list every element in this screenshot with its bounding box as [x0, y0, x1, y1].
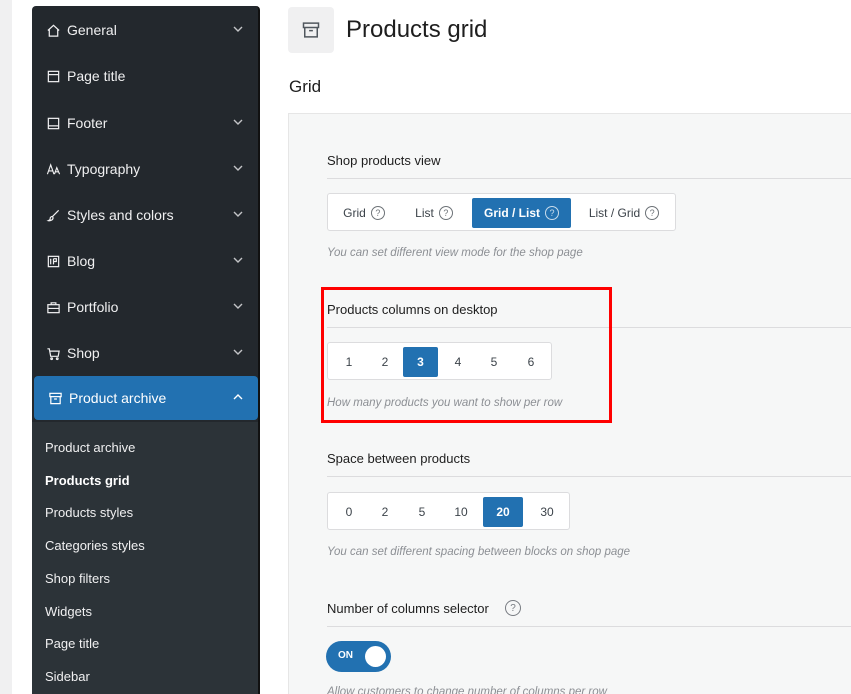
spacing-option-20[interactable]: 20: [483, 497, 523, 527]
help-icon[interactable]: ?: [370, 206, 385, 220]
spacing-option-5[interactable]: 5: [404, 497, 440, 527]
view-option-list-grid[interactable]: List / Grid?: [576, 198, 672, 228]
divider: [327, 476, 851, 477]
shop-view-label: Shop products view: [327, 153, 441, 168]
highlight-box: [321, 287, 612, 423]
submenu-item-categories-styles[interactable]: Categories styles: [45, 538, 145, 553]
help-icon[interactable]: ?: [438, 206, 453, 220]
help-icon[interactable]: ?: [545, 206, 559, 220]
sidebar-item-typography[interactable]: Typography: [32, 147, 258, 191]
spacing-help: You can set different spacing between bl…: [327, 546, 631, 558]
chevron-down-icon: [233, 119, 243, 125]
help-icon[interactable]: ?: [645, 206, 660, 220]
divider: [327, 178, 851, 179]
toggle-knob: [365, 646, 386, 667]
spacing-selector: 0 2 5 10 20 30: [327, 492, 570, 530]
submenu-item-shop-filters[interactable]: Shop filters: [45, 571, 110, 586]
columns-selector-label: Number of columns selector: [327, 601, 489, 616]
sidebar-item-label: Typography: [67, 161, 141, 177]
section-title: Grid: [289, 77, 322, 96]
product-archive-submenu: Product archive Products grid Products s…: [32, 422, 258, 694]
view-option-grid-list[interactable]: Grid / List?: [472, 198, 571, 228]
submenu-item-products-grid[interactable]: Products grid: [45, 473, 130, 488]
help-icon[interactable]: ?: [505, 600, 521, 616]
blog-icon: [45, 253, 61, 269]
sidebar-item-label: Blog: [67, 253, 96, 269]
cart-icon: [45, 345, 61, 361]
submenu-item-product-archive[interactable]: Product archive: [45, 440, 135, 455]
sidebar-item-blog[interactable]: Blog: [32, 239, 258, 283]
home-icon: [45, 22, 61, 38]
view-option-grid[interactable]: Grid?: [332, 198, 396, 228]
spacing-option-10[interactable]: 10: [441, 497, 481, 527]
footer-icon: [45, 115, 61, 131]
option-label: Grid: [343, 206, 366, 220]
chevron-down-icon: [233, 257, 243, 263]
page-icon-box: [288, 7, 334, 53]
spacing-option-2[interactable]: 2: [367, 497, 403, 527]
divider: [327, 626, 851, 627]
sidebar-item-label: Page title: [67, 68, 126, 84]
sidebar-item-styles-colors[interactable]: Styles and colors: [32, 193, 258, 237]
page-title: Products grid: [346, 16, 488, 43]
chevron-down-icon: [233, 211, 243, 217]
sidebar-item-label: Shop: [67, 345, 100, 361]
shop-view-selector: Grid? List? Grid / List? List / Grid?: [327, 193, 676, 231]
sidebar-item-page-title[interactable]: Page title: [32, 54, 258, 98]
option-label: List / Grid: [588, 206, 641, 220]
sidebar-item-shop[interactable]: Shop: [32, 331, 258, 375]
chevron-down-icon: [233, 26, 243, 32]
spacing-option-30[interactable]: 30: [527, 497, 567, 527]
archive-icon: [302, 22, 320, 38]
sidebar-item-portfolio[interactable]: Portfolio: [32, 285, 258, 329]
page-icon: [45, 68, 61, 84]
view-option-list[interactable]: List?: [400, 198, 468, 228]
option-label: Grid / List: [483, 206, 540, 220]
sidebar-item-label: Footer: [67, 115, 108, 131]
sidebar-item-general[interactable]: General: [32, 8, 258, 52]
briefcase-icon: [45, 299, 61, 315]
sidebar-item-label: Portfolio: [67, 299, 119, 315]
sidebar-item-label: General: [67, 22, 117, 38]
settings-sidebar: General Page title Footer Typography Sty…: [32, 6, 260, 694]
chevron-down-icon: [233, 349, 243, 355]
sidebar-item-label: Product archive: [69, 390, 167, 406]
sidebar-item-footer[interactable]: Footer: [32, 101, 258, 145]
submenu-item-sidebar[interactable]: Sidebar: [45, 669, 90, 684]
spacing-option-0[interactable]: 0: [331, 497, 367, 527]
submenu-item-products-styles[interactable]: Products styles: [45, 505, 133, 520]
typography-icon: [45, 161, 61, 177]
spacing-label: Space between products: [327, 451, 471, 466]
columns-selector-help: Allow customers to change number of colu…: [327, 686, 607, 694]
columns-selector-toggle[interactable]: ON: [326, 641, 391, 672]
chevron-up-icon: [233, 394, 243, 400]
submenu-item-page-title[interactable]: Page title: [45, 636, 99, 651]
archive-icon: [47, 390, 63, 406]
brush-icon: [45, 207, 61, 223]
left-gutter: [0, 0, 12, 694]
chevron-down-icon: [233, 165, 243, 171]
sidebar-item-label: Styles and colors: [67, 207, 174, 223]
shop-view-help: You can set different view mode for the …: [327, 247, 583, 259]
sidebar-item-product-archive[interactable]: Product archive: [34, 376, 258, 420]
option-label: List: [415, 206, 434, 220]
toggle-label: ON: [338, 650, 353, 661]
submenu-item-widgets[interactable]: Widgets: [45, 604, 92, 619]
chevron-down-icon: [233, 303, 243, 309]
